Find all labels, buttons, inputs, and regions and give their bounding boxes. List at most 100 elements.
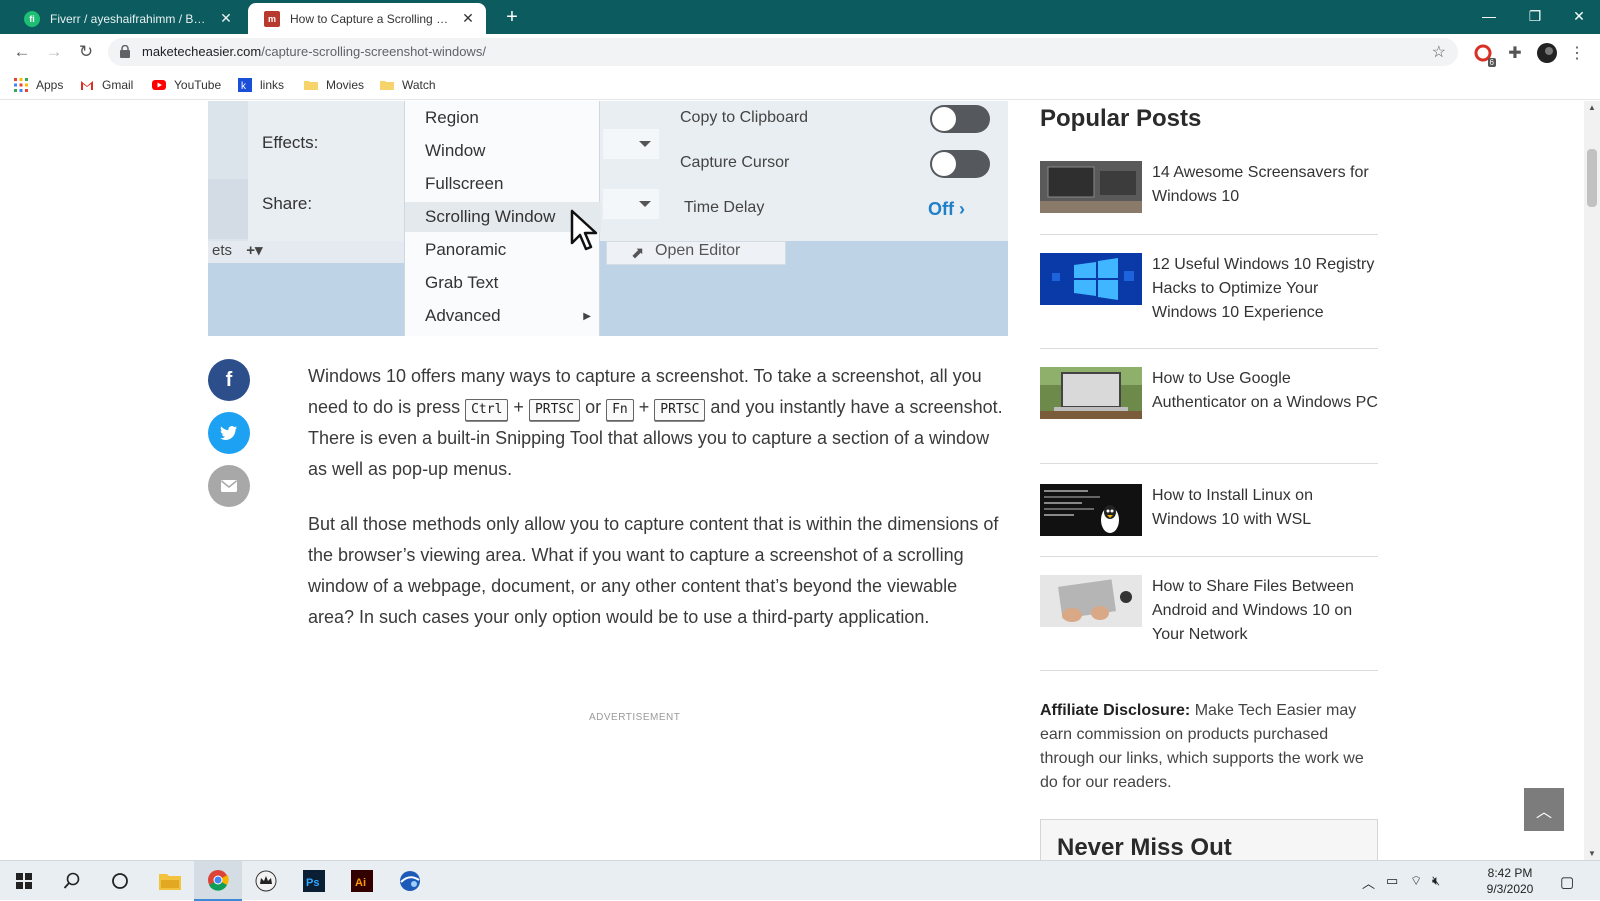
close-tab-icon[interactable]: ✕: [460, 10, 476, 27]
bookmark-label: YouTube: [174, 78, 222, 92]
network-icon[interactable]: ⌔: [1410, 873, 1422, 889]
taskbar-illustrator[interactable]: Ai: [338, 861, 386, 901]
show-hidden-icons[interactable]: ︿: [1362, 873, 1375, 892]
post-title[interactable]: How to Use Google Authenticator on a Win…: [1152, 367, 1378, 415]
extensions-puzzle-icon[interactable]: ✚: [1504, 42, 1526, 64]
chrome-icon: [208, 870, 229, 891]
reload-icon[interactable]: ↻: [74, 40, 98, 64]
menu-item-fullscreen: Fullscreen: [425, 174, 504, 193]
presets-label: ets: [212, 242, 233, 259]
taskbar-app-crown[interactable]: [242, 861, 290, 901]
scroll-down-arrow-icon[interactable]: ▼: [1584, 849, 1600, 858]
back-icon[interactable]: ←: [10, 40, 34, 64]
share-dropdown: [603, 189, 659, 219]
mouse-cursor-icon: [570, 209, 598, 251]
kbd-ctrl: Ctrl: [465, 399, 509, 421]
popular-post-item[interactable]: How to Install Linux on Windows 10 with …: [1040, 484, 1378, 557]
taskbar-file-explorer[interactable]: [146, 861, 194, 901]
taskbar-clock[interactable]: 8:42 PM 9/3/2020: [1470, 865, 1550, 897]
action-center-icon[interactable]: ▢: [1560, 873, 1574, 891]
popular-post-item[interactable]: 14 Awesome Screensavers for Windows 10: [1040, 161, 1378, 235]
time-delay-value: Off ›: [928, 199, 965, 219]
folder-icon: [380, 81, 394, 90]
search-icon: [63, 872, 80, 889]
scroll-to-top-button[interactable]: ︿: [1524, 788, 1564, 831]
share-facebook-button[interactable]: f: [208, 359, 250, 401]
bookmark-star-icon[interactable]: ☆: [1432, 42, 1446, 62]
fiverr-icon: fi: [24, 10, 40, 27]
never-miss-out-heading: Never Miss Out: [1057, 834, 1232, 860]
windows-taskbar: Ps Ai ︿ ▭ ⌔ 🔇︎ 8:42 PM 9/3/2020 ▢: [0, 860, 1600, 901]
volume-muted-icon[interactable]: 🔇︎: [1432, 873, 1440, 889]
post-title[interactable]: How to Install Linux on Windows 10 with …: [1152, 484, 1378, 532]
popular-post-item[interactable]: How to Share Files Between Android and W…: [1040, 575, 1378, 671]
extension-icon[interactable]: 6: [1472, 42, 1496, 67]
clock-date: 9/3/2020: [1486, 882, 1534, 896]
popular-post-item[interactable]: How to Use Google Authenticator on a Win…: [1040, 367, 1378, 464]
menu-kebab-icon[interactable]: ⋮: [1566, 42, 1588, 64]
chevron-up-icon: ︿: [1535, 803, 1552, 821]
bookmark-watch[interactable]: Watch: [380, 76, 436, 94]
menu-item-grab-text: Grab Text: [425, 273, 499, 292]
apps-grid-icon: [14, 78, 28, 92]
post-title[interactable]: 12 Useful Windows 10 Registry Hacks to O…: [1152, 253, 1378, 325]
new-tab-button[interactable]: +: [500, 6, 524, 29]
bookmark-gmail[interactable]: Gmail: [80, 76, 133, 94]
browser-toolbar: ← → ↻ maketecheasier.com/capture-scrolli…: [0, 34, 1600, 70]
cortana-button[interactable]: [96, 861, 144, 901]
menu-item-advanced: Advanced ▶: [405, 301, 601, 331]
search-button[interactable]: [48, 861, 96, 901]
post-thumbnail: [1040, 575, 1142, 627]
scroll-up-arrow-icon[interactable]: ▲: [1584, 103, 1600, 112]
close-tab-icon[interactable]: ✕: [218, 10, 234, 27]
minimize-icon[interactable]: —: [1466, 0, 1512, 32]
taskbar-photoshop[interactable]: Ps: [290, 861, 338, 901]
popular-post-item[interactable]: 12 Useful Windows 10 Registry Hacks to O…: [1040, 253, 1378, 349]
page-scrollbar[interactable]: ▲ ▼: [1584, 101, 1600, 860]
advertisement-label: ADVERTISEMENT: [589, 712, 681, 723]
tab-title: How to Capture a Scrolling Scree: [290, 11, 454, 26]
menu-item-label: Advanced: [425, 306, 501, 325]
tab-strip: fi Fiverr / ayeshaifrahimm / Buyer R ✕ m…: [0, 0, 1600, 34]
extension-badge: 6: [1487, 58, 1496, 67]
file-explorer-icon: [159, 874, 181, 890]
windows-logo-icon: [16, 873, 32, 889]
envelope-icon: [221, 480, 237, 492]
battery-icon[interactable]: ▭: [1386, 873, 1398, 889]
app-panel: [208, 101, 1008, 241]
article-paragraph-2: But all those methods only allow you to …: [308, 514, 999, 627]
share-email-button[interactable]: [208, 465, 250, 507]
bookmarks-bar: Apps Gmail YouTube k links Movies Watch: [0, 70, 1600, 100]
folder-icon: [304, 81, 318, 90]
post-thumbnail: [1040, 161, 1142, 213]
links-icon: k: [238, 78, 252, 92]
post-thumbnail: [1040, 253, 1142, 305]
illustrator-icon: Ai: [351, 870, 373, 892]
profile-avatar[interactable]: [1536, 42, 1558, 64]
bookmark-apps[interactable]: Apps: [14, 76, 63, 94]
disclosure-label: Affiliate Disclosure:: [1040, 702, 1191, 719]
address-bar[interactable]: maketecheasier.com/capture-scrolling-scr…: [108, 38, 1458, 66]
restore-icon[interactable]: ❐: [1512, 0, 1558, 32]
taskbar-chrome[interactable]: [194, 861, 242, 901]
start-button[interactable]: [0, 861, 48, 901]
bookmark-youtube[interactable]: YouTube: [152, 76, 221, 94]
post-title[interactable]: How to Share Files Between Android and W…: [1152, 575, 1378, 647]
bookmark-movies[interactable]: Movies: [304, 76, 364, 94]
effects-label: Effects:: [262, 133, 319, 152]
article-screenshot-image: Effects: Share: ets +▾ ⬈ Open Editor Reg…: [208, 101, 1008, 336]
bookmark-links[interactable]: k links: [238, 76, 284, 94]
clock-time: 8:42 PM: [1487, 866, 1533, 880]
taskbar-app-globe[interactable]: [386, 861, 434, 901]
forward-icon[interactable]: →: [42, 40, 66, 64]
post-title[interactable]: 14 Awesome Screensavers for Windows 10: [1152, 161, 1378, 209]
close-window-icon[interactable]: ✕: [1556, 0, 1600, 32]
scrollbar-thumb[interactable]: [1587, 149, 1597, 207]
bookmark-label: Gmail: [102, 78, 134, 92]
capture-cursor-label: Capture Cursor: [680, 154, 790, 171]
share-twitter-button[interactable]: [208, 412, 250, 454]
post-thumbnail: [1040, 484, 1142, 536]
tab-fiverr[interactable]: fi Fiverr / ayeshaifrahimm / Buyer R ✕: [8, 3, 244, 34]
tab-active-article[interactable]: m How to Capture a Scrolling Scree ✕: [248, 3, 486, 34]
or-text: or: [580, 397, 607, 417]
